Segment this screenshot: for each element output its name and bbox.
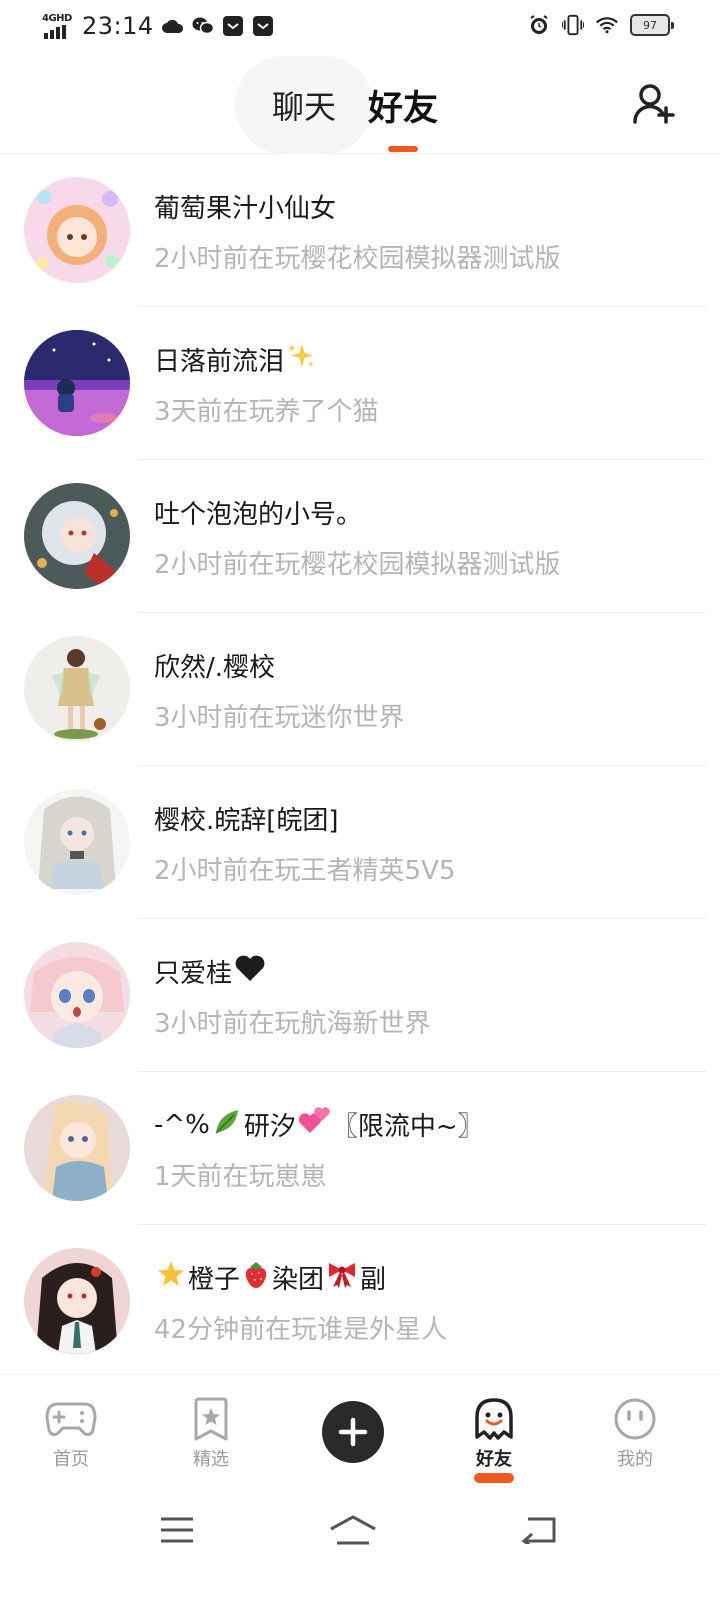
nav-mine[interactable]: 我的 [595, 1397, 675, 1471]
network-signal-icon: 4GHD [42, 13, 74, 39]
friend-name: 日落前流泪 [154, 341, 318, 378]
leaf-icon [212, 1107, 242, 1142]
face-icon [609, 1397, 661, 1441]
friend-row[interactable]: 欣然/.樱校 3小时前在玩迷你世界 [0, 613, 720, 766]
create-button[interactable] [322, 1401, 384, 1463]
cloud-icon [161, 15, 184, 37]
friend-row[interactable]: 吐个泡泡的小号。 2小时前在玩樱花校园模拟器测试版 [0, 460, 720, 613]
status-bar: 4GHD 23:14 97 [0, 0, 720, 56]
nav-mine-label: 我的 [617, 1449, 653, 1470]
friend-status: 2小时前在玩樱花校园模拟器测试版 [154, 244, 561, 274]
avatar [24, 483, 130, 589]
friend-name: 樱校.皖辞[皖团] [154, 806, 339, 836]
nav-home[interactable]: 首页 [31, 1397, 111, 1471]
friend-name-text: 日落前流泪 [154, 347, 285, 377]
friend-name-part: 染团 [272, 1265, 325, 1295]
active-nav-indicator [474, 1473, 514, 1483]
friend-status: 3小时前在玩迷你世界 [154, 703, 405, 733]
nav-friends-label: 好友 [476, 1449, 512, 1470]
friend-status: 2小时前在玩樱花校园模拟器测试版 [154, 550, 561, 580]
avatar [24, 636, 130, 742]
friend-status: 2小时前在玩王者精英5V5 [154, 856, 456, 886]
top-header: 聊天 好友 [0, 56, 720, 154]
friend-name: 吐个泡泡的小号。 [154, 500, 363, 530]
gamepad-icon [45, 1397, 97, 1441]
friend-name-part: 副 [360, 1265, 387, 1295]
nav-featured[interactable]: 精选 [171, 1397, 251, 1471]
clock-time: 23:14 [82, 12, 154, 40]
ribbon-icon [326, 1259, 358, 1296]
friend-name: 葡萄果汁小仙女 [154, 194, 337, 224]
wechat-icon [192, 15, 214, 37]
active-tab-indicator [388, 146, 418, 152]
nav-featured-label: 精选 [193, 1449, 229, 1470]
system-nav-bar [0, 1484, 720, 1600]
vibrate-icon [562, 14, 584, 36]
avatar [24, 789, 130, 895]
friend-status: 1天前在玩崽崽 [154, 1162, 327, 1192]
friend-row[interactable]: -^% 研汐 〖限流中~〗 1天前在玩崽崽 [0, 1072, 720, 1225]
avatar [24, 1095, 130, 1201]
avatar [24, 942, 130, 1048]
bottom-nav: 首页 精选 好友 我的 [0, 1374, 720, 1484]
plus-icon [338, 1417, 368, 1447]
battery-level: 97 [643, 18, 657, 32]
menu-icon[interactable] [147, 1508, 207, 1552]
back-icon[interactable] [508, 1508, 568, 1552]
friend-name: 橙子 染团 副 [154, 1259, 386, 1296]
sparkles-icon [286, 341, 316, 378]
message-icon [222, 15, 244, 37]
strawberry-icon [242, 1259, 270, 1296]
add-friend-icon[interactable] [632, 82, 676, 126]
friend-row[interactable]: 葡萄果汁小仙女 2小时前在玩樱花校园模拟器测试版 [0, 154, 720, 307]
friend-name: -^% 研汐 〖限流中~〗 [154, 1106, 484, 1143]
friend-status: 3小时前在玩航海新世界 [154, 1009, 431, 1039]
friend-name-part: -^% [154, 1109, 210, 1140]
wifi-icon [596, 14, 618, 36]
friend-row[interactable]: 橙子 染团 副 42分钟前在玩谁是外星人 [0, 1225, 720, 1378]
avatar [24, 330, 130, 436]
friend-name: 只爱桂 [154, 953, 268, 990]
friend-name-part: 研汐 [243, 1112, 296, 1142]
avatar [24, 177, 130, 283]
nav-friends[interactable]: 好友 [454, 1397, 534, 1483]
tab-friends[interactable]: 好友 [368, 80, 438, 131]
friend-status: 42分钟前在玩谁是外星人 [154, 1315, 448, 1345]
black-heart-icon [234, 954, 266, 989]
friend-name-part: 〖限流中~〗 [331, 1112, 484, 1142]
bookmark-star-icon [185, 1397, 237, 1441]
friend-row[interactable]: 日落前流泪 3天前在玩养了个猫 [0, 307, 720, 460]
home-icon[interactable] [323, 1508, 383, 1552]
two-hearts-icon [298, 1107, 330, 1142]
friend-status: 3天前在玩养了个猫 [154, 397, 379, 427]
message-icon [252, 15, 274, 37]
network-type: 4GHD [42, 13, 72, 24]
alarm-icon [528, 14, 550, 36]
friend-row[interactable]: 只爱桂 3小时前在玩航海新世界 [0, 919, 720, 1072]
friend-list: 葡萄果汁小仙女 2小时前在玩樱花校园模拟器测试版 日落前流泪 3天前在玩养了个猫… [0, 154, 720, 1378]
friend-name-part: 橙子 [188, 1265, 241, 1295]
nav-home-label: 首页 [53, 1449, 89, 1470]
avatar [24, 1248, 130, 1354]
star-icon [156, 1259, 186, 1296]
ghost-icon [468, 1397, 520, 1441]
tab-chat[interactable]: 聊天 [272, 82, 336, 128]
battery-icon: 97 [630, 14, 674, 36]
friend-name-text: 只爱桂 [154, 959, 233, 989]
friend-name: 欣然/.樱校 [154, 653, 276, 683]
friend-row[interactable]: 樱校.皖辞[皖团] 2小时前在玩王者精英5V5 [0, 766, 720, 919]
